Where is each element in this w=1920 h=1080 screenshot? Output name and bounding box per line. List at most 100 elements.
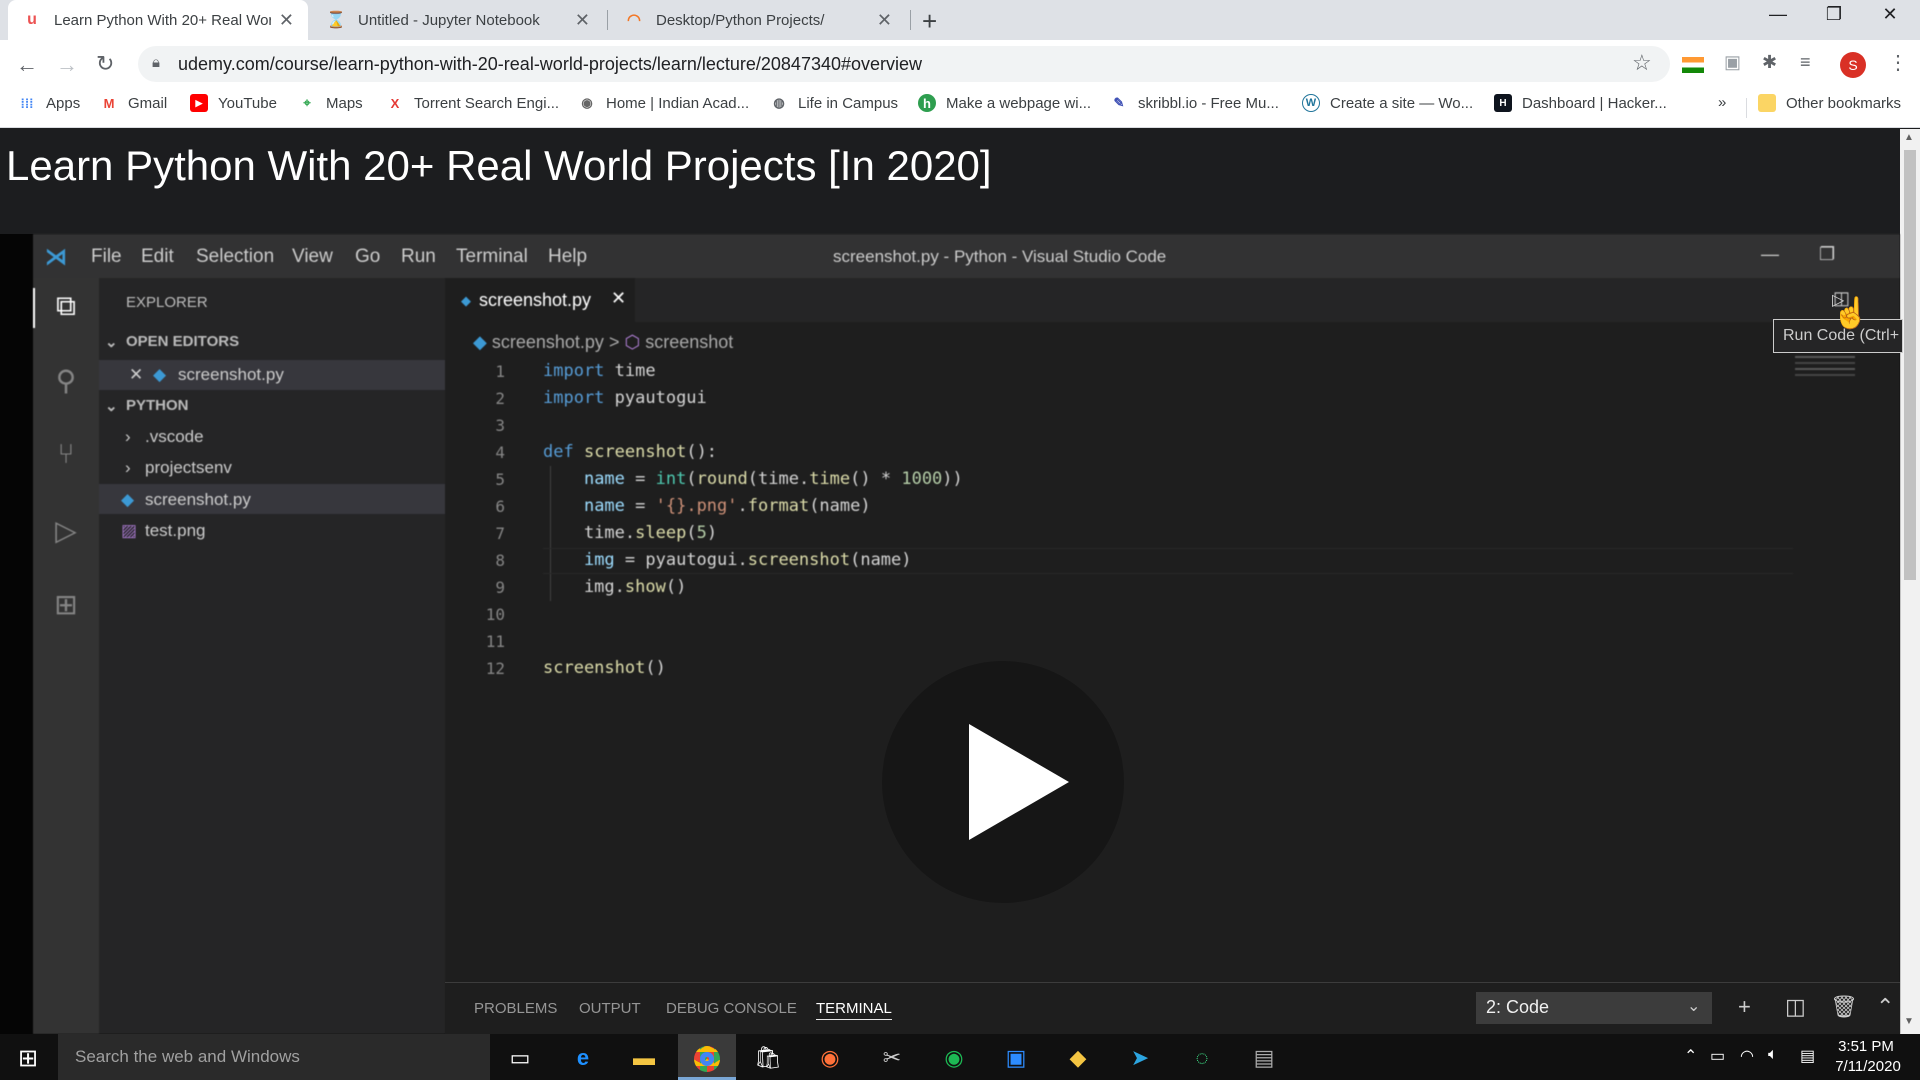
academy-icon: ◉ (581, 95, 593, 110)
chevron-up-icon: ⌃ (1876, 994, 1895, 1019)
battery-icon[interactable]: ▭ (1710, 1046, 1725, 1066)
minimap (1793, 322, 1900, 1034)
snipping-tool-icon[interactable]: ✂ (874, 1041, 910, 1075)
zoom-icon[interactable]: ▣ (998, 1041, 1034, 1075)
bookmark-label: Make a webpage wi... (946, 94, 1092, 112)
notifications-icon[interactable]: ▤ (1800, 1046, 1815, 1066)
scroll-up-icon[interactable]: ▲ (1904, 132, 1914, 143)
open-editors-header: OPEN EDITORS (126, 333, 240, 350)
bookmark-label: Maps (326, 94, 363, 112)
bookmark-label: Apps (46, 94, 81, 112)
tab-title: Learn Python With 20+ Real Wor (54, 11, 271, 29)
bookmark-hackerrank[interactable]: H Dashboard | Hacker... (1494, 94, 1667, 112)
menu-selection: Selection (196, 246, 275, 267)
loading-icon: ◠ (627, 12, 641, 29)
lock-icon[interactable]: 🔒︎ (152, 54, 160, 71)
windows-start-icon[interactable]: ⊞ (18, 1044, 38, 1073)
line-number: 5 (495, 470, 505, 489)
restore-icon[interactable]: ❐ (1812, 4, 1856, 25)
new-tab-button[interactable]: + (922, 6, 937, 37)
tab-separator (607, 10, 608, 30)
tree-item-projectsenv: projectsenv (145, 458, 232, 477)
browser-tab-udemy[interactable]: u Learn Python With 20+ Real Wor ✕ (8, 0, 308, 40)
bookmark-wordpress[interactable]: W Create a site — Wo... (1302, 94, 1473, 112)
scrollbar-thumb[interactable] (1904, 150, 1916, 580)
bookmark-gmail[interactable]: M Gmail (100, 94, 168, 112)
scroll-down-icon[interactable]: ▼ (1904, 1016, 1914, 1027)
bookmark-label: skribbl.io - Free Mu... (1138, 94, 1279, 112)
url-text[interactable]: udemy.com/course/learn-python-with-20-re… (178, 54, 922, 75)
globe-icon: ◍ (773, 95, 785, 110)
code-line-6: name = '{}.png'.format(name) (583, 496, 871, 516)
close-icon: ✕ (129, 365, 144, 384)
other-bookmarks[interactable]: Other bookmarks (1758, 94, 1901, 112)
bookmark-youtube[interactable]: ▶ YouTube (190, 94, 277, 112)
store-icon[interactable]: 🛍︎ (750, 1041, 786, 1075)
line-number: 4 (495, 443, 505, 462)
mouse-cursor-icon: ☝ (1832, 297, 1870, 330)
extension-icon[interactable]: ▣ (1724, 52, 1741, 73)
taskbar-search-placeholder[interactable]: Search the web and Windows (75, 1047, 300, 1067)
clock-time[interactable]: 3:51 PM (1836, 1038, 1896, 1055)
bookmark-label: Home | Indian Acad... (606, 94, 750, 112)
bookmark-apps[interactable]: ⁞⁞⁞ Apps (18, 94, 81, 112)
sticky-notes-icon[interactable]: ◆ (1060, 1041, 1096, 1075)
browser-menu-icon[interactable]: ⋮ (1888, 50, 1908, 75)
python-file-icon: ◆ (461, 293, 471, 308)
hourglass-icon: ⌛ (326, 12, 346, 29)
chevron-right-icon: › (125, 458, 131, 477)
tree-item-screenshot: screenshot.py (145, 490, 251, 509)
tab-close-icon[interactable]: ✕ (575, 10, 590, 31)
tab-close-icon[interactable]: ✕ (279, 10, 294, 31)
india-flag-extension-icon[interactable] (1682, 57, 1704, 73)
task-view-icon[interactable]: ▭ (502, 1041, 538, 1075)
forward-icon[interactable]: → (56, 52, 78, 78)
line-number: 7 (495, 524, 505, 543)
back-icon[interactable]: ← (16, 52, 38, 78)
loader-app-icon[interactable]: ◌ (1184, 1041, 1220, 1075)
skribbl-icon: ✎ (1113, 95, 1125, 110)
bookmark-label: Dashboard | Hacker... (1522, 94, 1667, 112)
bookmark-torrent[interactable]: X Torrent Search Engi... (386, 94, 559, 112)
file-explorer-icon[interactable]: ▬ (626, 1041, 662, 1075)
bookmark-star-icon[interactable]: ☆ (1632, 50, 1652, 76)
media-control-icon[interactable]: ≡ (1800, 52, 1811, 73)
tab-title: Untitled - Jupyter Notebook (358, 11, 540, 29)
tab-close-icon[interactable]: ✕ (877, 10, 892, 31)
bookmark-skribbl[interactable]: ✎ skribbl.io - Free Mu... (1110, 94, 1279, 112)
line-number: 6 (495, 497, 505, 516)
browser-tab-jupyter-files[interactable]: ◠ Desktop/Python Projects/ ✕ (610, 0, 906, 40)
line-number: 11 (485, 632, 505, 651)
firefox-icon[interactable]: ◉ (812, 1041, 848, 1075)
wifi-icon[interactable]: ◠ (1740, 1046, 1754, 1066)
telegram-icon[interactable]: ➤ (1122, 1041, 1158, 1075)
wordpress-icon: W (1302, 94, 1320, 112)
chrome-icon[interactable] (689, 1041, 725, 1075)
tray-chevron-up-icon[interactable]: ⌃ (1684, 1046, 1697, 1066)
close-window-icon[interactable]: ✕ (1868, 4, 1912, 25)
profile-avatar[interactable]: S (1840, 52, 1866, 78)
hackerrank-icon: H (1494, 94, 1512, 112)
bookmark-life-in-campus[interactable]: ◍ Life in Campus (770, 94, 898, 112)
menu-run: Run (401, 246, 436, 267)
browser-tab-jupyter[interactable]: ⌛ Untitled - Jupyter Notebook ✕ (312, 0, 604, 40)
spotify-icon[interactable]: ◉ (936, 1041, 972, 1075)
code-line-5: name = int(round(time.time() * 1000)) (583, 469, 963, 489)
edge-icon[interactable]: e (565, 1041, 601, 1075)
play-icon[interactable] (969, 724, 1069, 840)
bookmarks-overflow-button[interactable]: » (1718, 94, 1726, 111)
bookmark-indian-academy[interactable]: ◉ Home | Indian Acad... (578, 94, 749, 112)
menu-edit: Edit (141, 246, 174, 267)
clock-date[interactable]: 7/11/2020 (1828, 1058, 1908, 1075)
open-editor-file: screenshot.py (178, 365, 284, 384)
bookmark-make-webpage[interactable]: h Make a webpage wi... (918, 94, 1091, 112)
volume-icon[interactable]: 🔈︎ (1768, 1046, 1778, 1064)
reload-icon[interactable]: ↻ (96, 51, 114, 77)
image-file-icon: ▨ (121, 521, 138, 540)
minimize-icon[interactable]: — (1756, 4, 1800, 25)
new-terminal-icon: + (1738, 994, 1751, 1019)
puzzle-extensions-icon[interactable]: ✱ (1762, 52, 1777, 73)
bookmark-maps[interactable]: ⌖ Maps (298, 94, 363, 112)
tree-item-vscode: .vscode (145, 427, 204, 446)
terminal-app-icon[interactable]: ▤ (1246, 1041, 1282, 1075)
